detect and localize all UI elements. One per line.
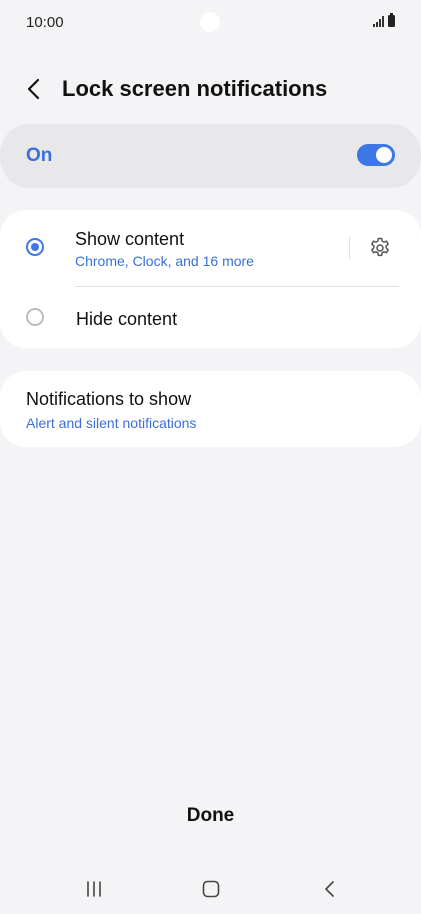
chevron-left-icon [27, 78, 40, 100]
signal-icon [373, 15, 384, 27]
show-content-settings-button[interactable] [368, 236, 392, 260]
content-options-card: Show content Chrome, Clock, and 16 more … [0, 210, 421, 348]
option-show-content[interactable]: Show content Chrome, Clock, and 16 more [0, 210, 421, 286]
camera-cutout [200, 12, 220, 32]
radio-show-content[interactable] [26, 238, 44, 256]
nav-back-button[interactable] [320, 879, 340, 899]
master-toggle-switch[interactable] [357, 144, 395, 166]
page-title: Lock screen notifications [62, 76, 328, 101]
home-button[interactable] [201, 879, 221, 899]
notifications-to-show-title: Notifications to show [26, 389, 192, 409]
done-button[interactable]: Done [0, 805, 421, 835]
notifications-to-show-row[interactable]: Notifications to show Alert and silent n… [0, 371, 421, 447]
gear-icon [371, 237, 389, 257]
option-title: Show content [75, 229, 185, 249]
master-toggle-row[interactable]: On [0, 124, 421, 188]
option-subtitle: Chrome, Clock, and 16 more [75, 253, 254, 269]
option-title: Hide content [76, 309, 178, 329]
header: Lock screen notifications [0, 66, 421, 112]
vertical-divider [349, 236, 350, 260]
navigation-bar [0, 870, 421, 908]
master-toggle-label: On [26, 145, 53, 166]
status-bar: 10:00 [0, 0, 421, 44]
option-hide-content[interactable]: Hide content [0, 286, 421, 348]
toggle-knob [376, 147, 392, 163]
recent-apps-button[interactable] [84, 880, 104, 898]
home-icon [202, 880, 220, 898]
status-time: 10:00 [26, 14, 64, 31]
back-button[interactable] [22, 76, 48, 102]
back-icon [325, 881, 334, 897]
notifications-to-show-value: Alert and silent notifications [26, 415, 197, 431]
status-icons [373, 13, 395, 27]
radio-hide-content[interactable] [26, 308, 44, 326]
recent-apps-icon [87, 881, 101, 897]
battery-icon [388, 13, 395, 27]
